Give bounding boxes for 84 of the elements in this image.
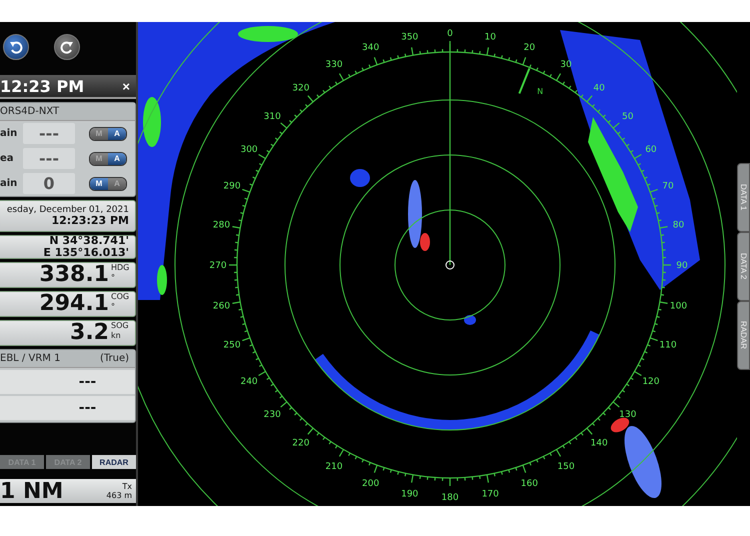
radar-echo [464, 315, 476, 325]
mode-toggle[interactable]: M [90, 178, 108, 190]
mode-toggle[interactable]: M [90, 152, 108, 164]
bearing-label: 70 [662, 182, 674, 192]
latitude-text: N 34°38.741' [49, 235, 129, 247]
panel-tab[interactable]: RADAR [92, 455, 136, 469]
bearing-label: 180 [441, 493, 459, 503]
reading-value: 338.1 [39, 263, 109, 287]
reading-unit: ° [111, 273, 116, 283]
bearing-label: 290 [223, 182, 241, 192]
bearing-label: 110 [659, 340, 677, 350]
bearing-label: 120 [642, 377, 660, 387]
target-echo [610, 418, 630, 432]
bearing-label: 40 [593, 83, 605, 94]
bearing-label: 340 [362, 43, 380, 53]
mode-toggle[interactable]: A [108, 128, 126, 140]
reading-unit: ° [111, 302, 116, 312]
bearing-label: 100 [670, 301, 688, 312]
bearing-label: 10 [484, 32, 496, 43]
bearing-mode-text: (True) [100, 353, 129, 364]
bearing-label: 130 [619, 410, 636, 420]
card-title: EBL / VRM 1 [0, 353, 60, 364]
bearing-label: 330 [325, 60, 343, 70]
tx-label: Tx [122, 482, 132, 491]
bearing-label: 170 [482, 489, 499, 500]
control-value: --- [23, 123, 75, 144]
control-value: --- [23, 148, 75, 169]
range-value: 1 NM [0, 478, 64, 504]
bearing-label: 200 [362, 479, 380, 489]
control-label: ain [0, 128, 18, 139]
side-tab[interactable]: RADAR [737, 301, 750, 370]
control-label: ea [0, 153, 15, 164]
bearing-label: 90 [676, 261, 688, 271]
ebl-vrm-value: --- [78, 400, 96, 416]
undo-button[interactable] [3, 34, 29, 60]
target-echo [420, 233, 430, 251]
mode-toggle[interactable]: A [108, 152, 126, 164]
ebl-vrm-value: --- [78, 374, 96, 390]
reading-label: SOG [111, 321, 129, 331]
bearing-label: 20 [524, 43, 536, 53]
radar-echo [350, 169, 370, 187]
bearing-label: 310 [264, 112, 281, 122]
control-value: 0 [23, 173, 75, 194]
bearing-label: 270 [209, 261, 227, 271]
bearing-label: 240 [240, 377, 258, 387]
bearing-label: 210 [325, 462, 343, 472]
bearing-label: 0 [447, 29, 453, 39]
mode-toggle[interactable]: A [108, 178, 126, 190]
tx-value: 463 m [106, 491, 132, 500]
north-label: N [537, 86, 544, 96]
bearing-label: 150 [557, 462, 575, 472]
mode-toggle[interactable]: M [90, 128, 108, 140]
side-tab[interactable]: DATA 2 [737, 232, 750, 301]
bearing-label: 260 [212, 301, 230, 312]
redo-arrow-icon [60, 40, 74, 54]
bearing-label: 220 [292, 438, 310, 449]
reading-unit: kn [111, 331, 122, 341]
reading-value: 3.2 [70, 321, 109, 345]
bearing-label: 230 [264, 410, 281, 420]
side-tab[interactable]: DATA 1 [737, 163, 750, 232]
card-title: ORS4D-NXT [0, 106, 60, 117]
control-label: ain [0, 178, 18, 189]
bearing-label: 300 [240, 145, 258, 155]
bearing-label: 50 [622, 112, 634, 122]
date-text: esday, December 01, 2021 [6, 205, 129, 215]
bearing-label: 320 [292, 83, 310, 94]
clock-text: 12:23:23 PM [51, 215, 129, 227]
radar-echo [408, 180, 422, 248]
bearing-label: 160 [520, 479, 538, 489]
reading-label: HDG [111, 263, 129, 273]
reading-label: COG [111, 292, 129, 302]
bearing-label: 60 [645, 145, 657, 155]
bearing-label: 80 [672, 220, 684, 231]
bearing-label: 140 [590, 438, 608, 449]
longitude-text: E 135°16.013' [43, 247, 129, 259]
close-button[interactable]: × [120, 78, 132, 94]
undo-arrow-icon [9, 40, 23, 54]
bearing-label: 280 [212, 220, 230, 231]
own-ship-marker [446, 260, 454, 270]
bearing-label: 190 [401, 489, 418, 500]
bearing-label: 250 [223, 340, 241, 350]
bearing-label: 350 [401, 32, 418, 43]
reading-value: 294.1 [39, 292, 109, 316]
time-text: 12:23 PM [0, 76, 84, 96]
